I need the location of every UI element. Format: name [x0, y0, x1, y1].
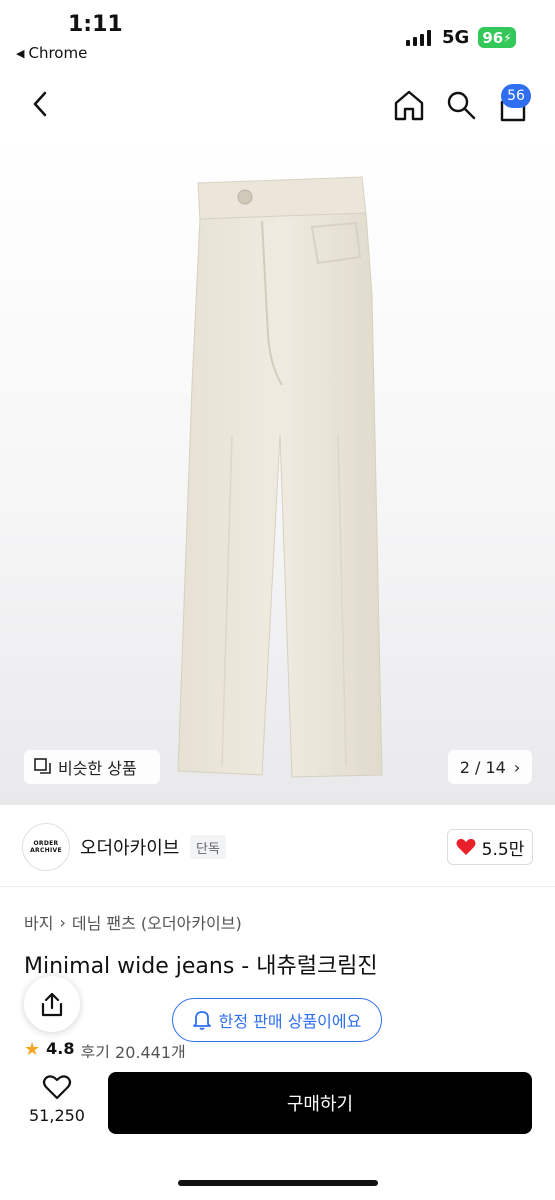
rating-value: 4.8 — [46, 1039, 75, 1058]
status-time: 1:11 — [68, 12, 123, 37]
limited-sale-notice[interactable]: 한정 판매 상품이에요 — [172, 998, 382, 1042]
back-triangle-icon: ◀ — [16, 46, 25, 60]
back-app-label: Chrome — [28, 44, 88, 62]
breadcrumb-subcategory[interactable]: 데님 팬츠 (오더아카이브) — [72, 910, 242, 934]
back-button[interactable] — [22, 86, 58, 122]
section-divider — [0, 886, 555, 887]
heart-outline-icon — [42, 1075, 72, 1100]
search-icon — [447, 91, 476, 120]
rating-row[interactable]: ★ 4.8 후기 20,441개 — [24, 1039, 186, 1059]
search-button[interactable] — [442, 86, 480, 124]
cart-count-badge: 56 — [501, 84, 531, 108]
chevron-right-icon: › — [513, 757, 521, 777]
home-indicator[interactable] — [178, 1180, 378, 1186]
back-chevron-icon — [33, 91, 47, 117]
brand-logo[interactable]: ORDER ARCHIVE — [22, 823, 70, 871]
battery-icon: 96 ⚡ — [478, 27, 516, 48]
network-label: 5G — [442, 27, 470, 48]
similar-products-label: 비슷한 상품 — [58, 759, 137, 778]
brand-like-button[interactable]: 5.5만 — [447, 829, 533, 865]
product-image-gallery[interactable] — [0, 135, 555, 805]
home-icon — [394, 90, 424, 121]
similar-products-button[interactable]: 비슷한 상품 — [24, 750, 160, 784]
review-count: 후기 20,441개 — [80, 1043, 186, 1059]
exclusive-badge: 단독 — [190, 835, 226, 859]
brand-like-count: 5.5만 — [481, 839, 525, 860]
breadcrumb: 바지 › 데님 팬츠 (오더아카이브) — [24, 910, 242, 934]
brand-name-link[interactable]: 오더아카이브 — [80, 834, 179, 860]
wishlist-count: 51,250 — [29, 1106, 85, 1125]
home-button[interactable] — [390, 86, 428, 124]
battery-level: 96 — [482, 28, 504, 47]
limited-sale-text: 한정 판매 상품이에요 — [218, 1012, 362, 1031]
image-page-indicator[interactable]: 2 / 14 › — [448, 750, 532, 784]
heart-filled-icon — [456, 838, 476, 855]
wishlist-button[interactable]: 51,250 — [24, 1074, 90, 1125]
share-icon — [41, 992, 63, 1017]
breadcrumb-category[interactable]: 바지 — [24, 910, 53, 934]
chevron-right-icon: › — [59, 912, 66, 932]
product-title: Minimal wide jeans - 내츄럴크림진 — [24, 954, 378, 979]
share-button[interactable] — [24, 976, 80, 1032]
page-indicator-text: 2 / 14 — [459, 757, 506, 777]
product-photo-jeans — [177, 176, 383, 778]
star-icon: ★ — [24, 1039, 41, 1059]
back-to-app-link[interactable]: ◀ Chrome — [16, 44, 87, 62]
buy-button[interactable]: 구매하기 — [108, 1072, 532, 1134]
similar-items-icon — [34, 758, 51, 774]
signal-icon — [406, 30, 431, 46]
bell-icon — [192, 1011, 211, 1030]
